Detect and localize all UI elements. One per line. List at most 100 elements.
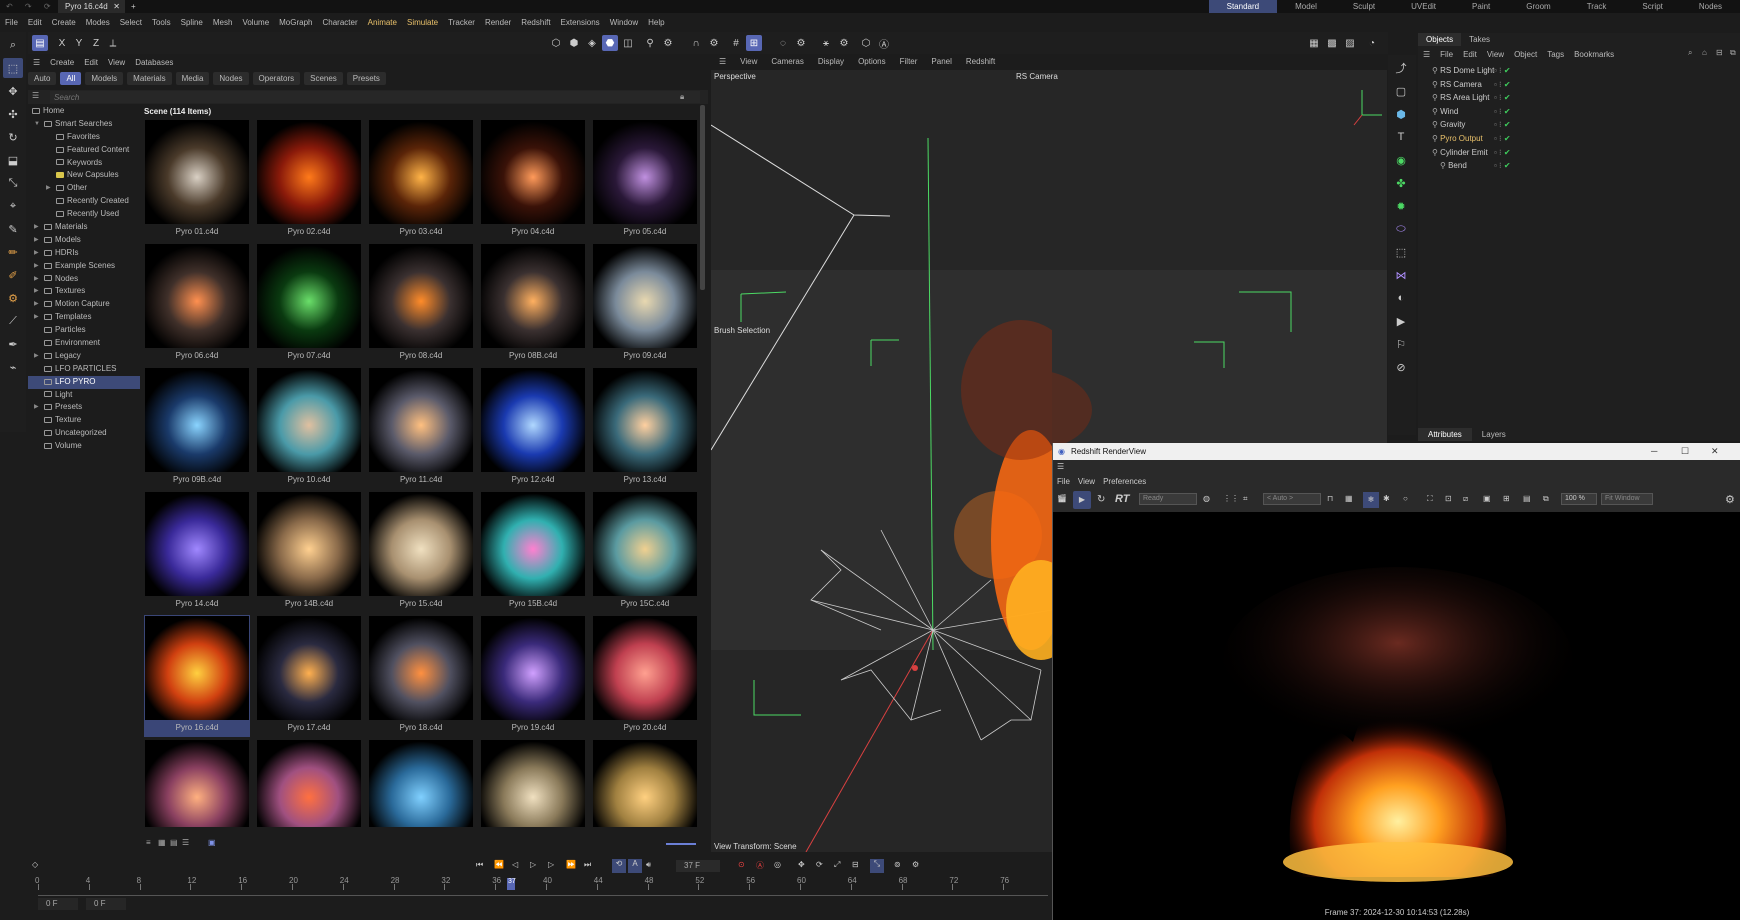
object-search-icon[interactable]: ⌕	[1688, 48, 1692, 58]
scale-key-icon[interactable]: ⤢	[834, 860, 840, 870]
viewport-menu-display[interactable]: Display	[811, 55, 851, 69]
document-tab[interactable]: Pyro 16.c4d ✕	[58, 0, 125, 13]
start-frame-field[interactable]: 0 F	[38, 898, 78, 910]
tree-item[interactable]: Favorites	[28, 131, 140, 144]
menu-render[interactable]: Render	[480, 16, 516, 30]
layer-toggle-icon[interactable]: ▫ ⁝	[1494, 161, 1504, 170]
effector-icon[interactable]: ✹	[1391, 196, 1411, 216]
record-icon[interactable]: ⊙	[738, 860, 745, 869]
filter-icon[interactable]: ⊟	[1716, 48, 1723, 57]
filter-tab-media[interactable]: Media	[175, 72, 210, 85]
enabled-check-icon[interactable]: ✔	[1504, 120, 1511, 129]
menu-volume[interactable]: Volume	[237, 16, 274, 30]
layout-tab-standard[interactable]: Standard	[1208, 0, 1278, 13]
expand-arrow-icon[interactable]: ▶	[34, 273, 39, 286]
layer-toggle-icon[interactable]: ▫ ⁝	[1494, 134, 1504, 143]
asset-thumbnail[interactable]	[592, 739, 698, 827]
hamburger-icon[interactable]: ☰	[28, 58, 45, 67]
tree-item[interactable]: Light	[28, 389, 140, 402]
close-tab-icon[interactable]: ✕	[113, 0, 120, 13]
menu-character[interactable]: Character	[318, 16, 363, 30]
loop-icon[interactable]: ⟲	[612, 859, 626, 873]
asset-thumbnail[interactable]: Pyro 08.c4d	[368, 243, 474, 365]
camera-icon[interactable]: ▶	[1391, 311, 1411, 331]
menu-edit[interactable]: Edit	[23, 16, 47, 30]
new-window-icon[interactable]: ⧉	[1730, 48, 1736, 58]
grid-snap-icon[interactable]: #	[728, 35, 744, 51]
fit-frame-icon[interactable]: ⛶	[1427, 494, 1433, 504]
enabled-check-icon[interactable]: ✔	[1504, 80, 1511, 89]
filter-tab-materials[interactable]: Materials	[127, 72, 172, 85]
object-menu-object[interactable]: Object	[1509, 48, 1542, 61]
asset-menu-edit[interactable]: Edit	[79, 58, 103, 67]
viewport-menu-cameras[interactable]: Cameras	[764, 55, 810, 69]
visibility-toggles[interactable]: ▫ ⁝ ✔	[1494, 146, 1511, 159]
active-camera-label[interactable]: RS Camera	[1016, 72, 1058, 81]
menu-extensions[interactable]: Extensions	[556, 16, 605, 30]
asset-thumbnail[interactable]: Pyro 20.c4d	[592, 615, 698, 737]
fit-window-dropdown[interactable]: Fit Window	[1601, 493, 1653, 505]
menu-redshift[interactable]: Redshift	[516, 16, 555, 30]
move-tool-icon[interactable]: ✣	[3, 104, 23, 124]
tree-item[interactable]: LFO PARTICLES	[28, 363, 140, 376]
asset-thumbnail[interactable]: Pyro 11.c4d	[368, 367, 474, 489]
tree-item[interactable]: Texture	[28, 414, 140, 427]
asset-menu-create[interactable]: Create	[45, 58, 79, 67]
menu-create[interactable]: Create	[47, 16, 81, 30]
add-snapshot-icon[interactable]: ⊞	[1503, 494, 1510, 503]
beauty-aov-icon[interactable]: ◍	[1203, 494, 1210, 503]
frame-ruler[interactable]: 0 4 8 12 16 20 24 28 32 36 40 44 48 52 56 60 64 68 72 76	[35, 876, 1048, 896]
settings-gear-icon[interactable]: ⚙	[660, 35, 676, 51]
filter-tab-auto[interactable]: Auto	[28, 72, 57, 85]
asset-thumbnail[interactable]: Pyro 10.c4d	[256, 367, 362, 489]
render-picture-viewer-icon[interactable]: ▩	[1324, 35, 1340, 51]
crop-icon[interactable]: ⌗	[1243, 494, 1248, 504]
tree-item[interactable]: ▶ Materials	[28, 221, 140, 234]
renderview-menu-icon[interactable]: ☰	[1057, 462, 1064, 471]
list-view-icon[interactable]: ≡	[146, 838, 151, 847]
enabled-check-icon[interactable]: ✔	[1504, 66, 1511, 75]
snap-tool-icon[interactable]: ⌖	[3, 196, 23, 216]
tree-item[interactable]: ▶ Other	[28, 182, 140, 195]
enabled-check-icon[interactable]: ✔	[1504, 134, 1511, 143]
search-icon[interactable]: ⌕	[3, 35, 23, 55]
expand-arrow-icon[interactable]: ▶	[34, 401, 39, 414]
close-window-icon[interactable]: ✕	[1711, 443, 1719, 460]
asset-thumbnail[interactable]: Pyro 12.c4d	[480, 367, 586, 489]
menu-animate[interactable]: Animate	[363, 16, 402, 30]
render-view-icon[interactable]: ▦	[1306, 35, 1322, 51]
object-menu-view[interactable]: View	[1482, 48, 1509, 61]
asset-thumbnail[interactable]: Pyro 15C.c4d	[592, 491, 698, 613]
asset-thumbnail[interactable]: Pyro 15B.c4d	[480, 491, 586, 613]
snowflake-icon[interactable]: ❄	[1363, 492, 1379, 508]
visibility-toggles[interactable]: ▫ ⁝ ✔	[1494, 118, 1511, 131]
search-menu-icon[interactable]: ☰	[32, 91, 39, 100]
lock-workplane-icon[interactable]: ◌	[775, 35, 791, 51]
asset-thumbnail[interactable]	[256, 739, 362, 827]
tree-item[interactable]: ▶ Example Scenes	[28, 260, 140, 273]
asset-thumbnail[interactable]	[144, 739, 250, 827]
object-menu-file[interactable]: File	[1435, 48, 1458, 61]
tree-item[interactable]: ▶ Nodes	[28, 273, 140, 286]
layout-tab-model[interactable]: Model	[1277, 0, 1335, 13]
asset-search-input[interactable]	[50, 91, 700, 103]
object-row[interactable]: ⚲ RS Area Light	[1432, 91, 1532, 104]
visibility-toggles[interactable]: ▫ ⁝ ✔	[1494, 105, 1511, 118]
transform-tool-icon[interactable]: ⤡	[3, 173, 23, 193]
snapshot-icon[interactable]: ▣	[1483, 494, 1491, 503]
filter-tab-nodes[interactable]: Nodes	[213, 72, 249, 85]
menu-modes[interactable]: Modes	[81, 16, 115, 30]
new-tab-button[interactable]: +	[131, 0, 136, 13]
environment-icon[interactable]: ◐	[1391, 288, 1411, 308]
detail-view-icon[interactable]: ▤	[170, 838, 178, 847]
aov-dropdown[interactable]: < Auto >	[1263, 493, 1321, 505]
asset-thumbnail[interactable]: Pyro 07.c4d	[256, 243, 362, 365]
layout-tab-groom[interactable]: Groom	[1508, 0, 1568, 13]
renderview-menu-file[interactable]: File	[1053, 476, 1074, 488]
asset-browser-icon[interactable]: ▤	[32, 35, 48, 51]
quantize-icon[interactable]: ⚙	[793, 35, 809, 51]
render-output-canvas[interactable]	[1053, 512, 1740, 912]
layout-tab-sculpt[interactable]: Sculpt	[1335, 0, 1393, 13]
tree-item[interactable]: ▶ Legacy	[28, 350, 140, 363]
tree-item[interactable]: ▼ Smart Searches	[28, 118, 140, 131]
